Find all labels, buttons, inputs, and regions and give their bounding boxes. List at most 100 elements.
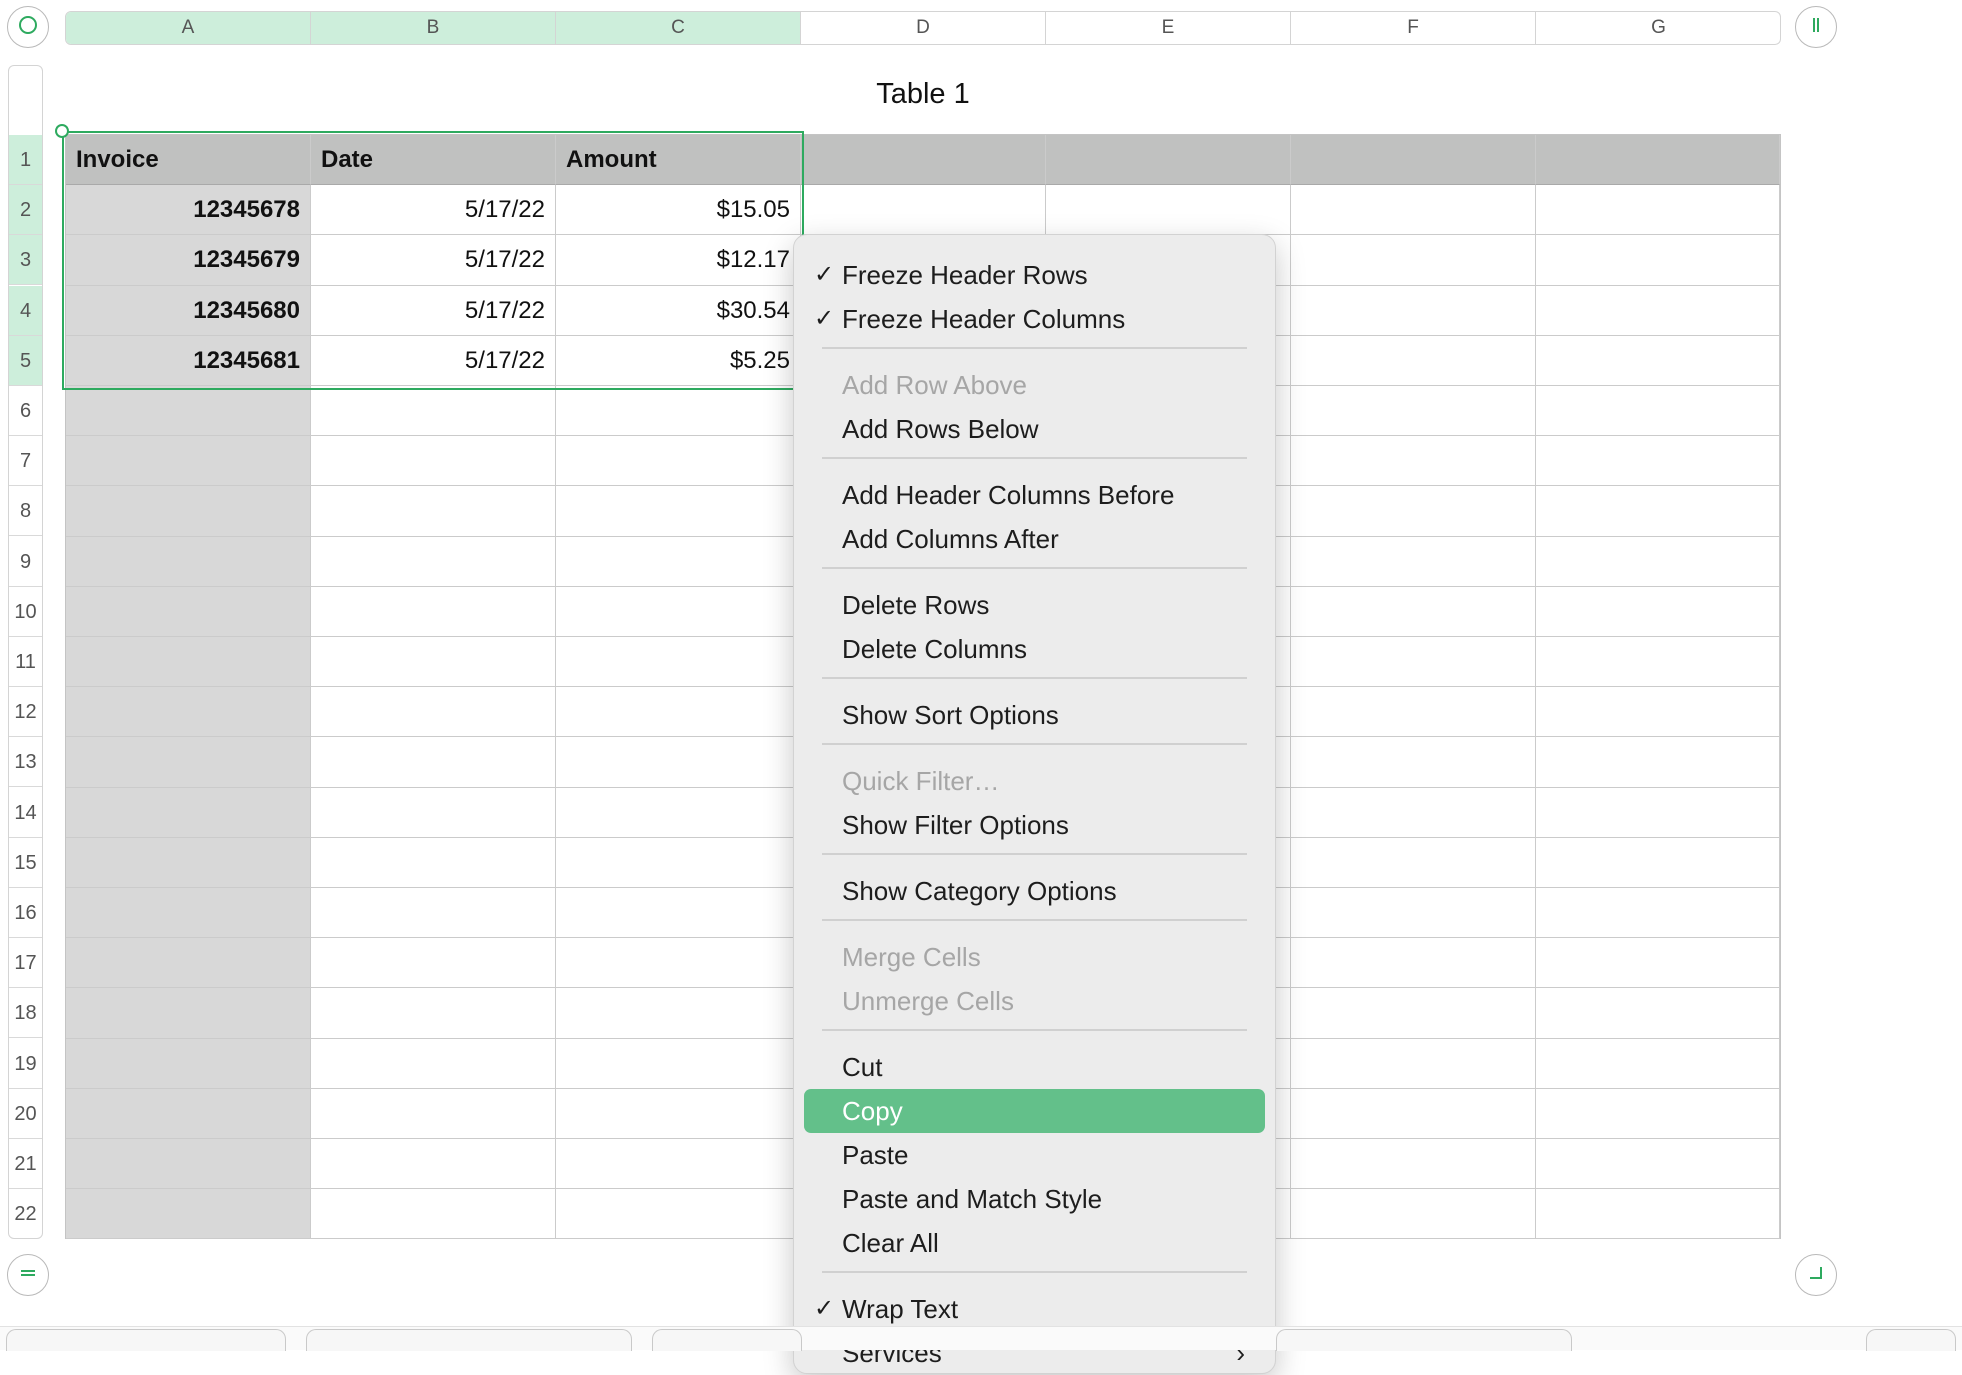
add-column-handle[interactable]	[1795, 6, 1837, 48]
row-header-4[interactable]: 4	[9, 285, 42, 336]
column-header-d[interactable]: D	[801, 12, 1046, 44]
table-cell[interactable]	[1291, 737, 1536, 788]
table-cell[interactable]: $5.25	[556, 335, 801, 386]
table-cell[interactable]	[311, 1088, 556, 1139]
row-header-5[interactable]: 5	[9, 335, 42, 386]
table-cell[interactable]	[1536, 386, 1780, 437]
row-header-7[interactable]: 7	[9, 436, 42, 487]
table-cell[interactable]	[1536, 837, 1780, 888]
table-cell[interactable]	[311, 737, 556, 788]
table-cell[interactable]	[1291, 586, 1536, 637]
table-cell[interactable]	[556, 486, 801, 537]
table-cell[interactable]	[1291, 837, 1536, 888]
add-row-handle[interactable]	[7, 1254, 49, 1296]
table-cell[interactable]: 12345679	[66, 235, 311, 286]
column-header-e[interactable]: E	[1046, 12, 1291, 44]
table-cell[interactable]	[311, 988, 556, 1039]
table-cell[interactable]	[311, 787, 556, 838]
table-cell[interactable]	[311, 586, 556, 637]
table-cell[interactable]	[1291, 386, 1536, 437]
row-header-22[interactable]: 22	[9, 1189, 42, 1238]
row-header-17[interactable]: 17	[9, 938, 42, 989]
table-cell[interactable]	[1291, 888, 1536, 939]
table-cell[interactable]	[1536, 988, 1780, 1039]
table-cell[interactable]	[1536, 536, 1780, 587]
table-cell[interactable]	[1536, 888, 1780, 939]
menu-item-add-columns-after[interactable]: Add Columns After	[804, 517, 1265, 561]
row-header-10[interactable]: 10	[9, 587, 42, 637]
table-cell[interactable]	[311, 436, 556, 487]
menu-item-freeze-header-rows[interactable]: ✓ Freeze Header Rows	[804, 253, 1265, 297]
table-cell[interactable]	[66, 586, 311, 637]
table-cell[interactable]	[1536, 787, 1780, 838]
table-cell[interactable]	[66, 486, 311, 537]
sheet-tab[interactable]	[1276, 1329, 1572, 1351]
table-cell[interactable]: 12345680	[66, 285, 311, 336]
table-cell[interactable]	[311, 1139, 556, 1190]
table-cell[interactable]	[311, 1038, 556, 1089]
table-cell[interactable]	[66, 687, 311, 738]
row-header-2[interactable]: 2	[9, 185, 42, 236]
menu-item-delete-rows[interactable]: Delete Rows	[804, 583, 1265, 627]
menu-item-clear-all[interactable]: Clear All	[804, 1221, 1265, 1265]
resize-table-handle[interactable]	[1795, 1254, 1837, 1296]
table-cell[interactable]	[556, 737, 801, 788]
table-cell[interactable]: $12.17	[556, 235, 801, 286]
table-cell[interactable]	[556, 536, 801, 587]
table-cell[interactable]	[1291, 486, 1536, 537]
table-cell[interactable]	[311, 687, 556, 738]
column-header-g[interactable]: G	[1536, 12, 1780, 44]
table-cell[interactable]	[66, 888, 311, 939]
table-cell[interactable]: $30.54	[556, 285, 801, 336]
table-cell[interactable]	[311, 536, 556, 587]
table-cell[interactable]	[556, 1088, 801, 1139]
table-cell[interactable]	[556, 386, 801, 437]
menu-item-show-filter-options[interactable]: Show Filter Options	[804, 803, 1265, 847]
sheet-tab[interactable]	[1866, 1329, 1956, 1351]
table-cell[interactable]	[1291, 1139, 1536, 1190]
header-cell[interactable]	[1536, 135, 1780, 186]
table-cell[interactable]	[1291, 1038, 1536, 1089]
table-cell[interactable]	[1291, 536, 1536, 587]
table-cell[interactable]	[1536, 1139, 1780, 1190]
table-cell[interactable]	[66, 637, 311, 688]
table-cell[interactable]	[1291, 335, 1536, 386]
table-cell[interactable]	[1536, 486, 1780, 537]
menu-item-copy[interactable]: Copy	[804, 1089, 1265, 1133]
header-cell[interactable]	[1046, 135, 1291, 186]
table-cell[interactable]: 12345681	[66, 335, 311, 386]
column-header-c[interactable]: C	[556, 12, 801, 44]
sheet-tab[interactable]	[306, 1329, 632, 1351]
table-cell[interactable]	[1291, 988, 1536, 1039]
row-header-18[interactable]: 18	[9, 988, 42, 1039]
row-header-14[interactable]: 14	[9, 788, 42, 838]
table-cell[interactable]	[1536, 1189, 1780, 1240]
row-header-12[interactable]: 12	[9, 687, 42, 738]
table-cell[interactable]	[311, 888, 556, 939]
table-cell[interactable]	[66, 386, 311, 437]
table-cell[interactable]: 5/17/22	[311, 335, 556, 386]
table-cell[interactable]	[311, 938, 556, 989]
table-cell[interactable]	[1536, 436, 1780, 487]
selection-handle[interactable]	[55, 124, 69, 138]
table-cell[interactable]	[556, 787, 801, 838]
table-cell[interactable]	[66, 1139, 311, 1190]
table-cell[interactable]	[1536, 1088, 1780, 1139]
table-cell[interactable]	[66, 436, 311, 487]
table-cell[interactable]: $15.05	[556, 185, 801, 236]
table-cell[interactable]	[1291, 235, 1536, 286]
table-cell[interactable]	[1291, 1088, 1536, 1139]
table-cell[interactable]	[311, 386, 556, 437]
menu-item-show-sort-options[interactable]: Show Sort Options	[804, 693, 1265, 737]
table-cell[interactable]	[1291, 687, 1536, 738]
table-cell[interactable]: 5/17/22	[311, 235, 556, 286]
row-header-8[interactable]: 8	[9, 486, 42, 537]
menu-item-show-category-options[interactable]: Show Category Options	[804, 869, 1265, 913]
row-header-1[interactable]: 1	[9, 135, 42, 185]
table-cell[interactable]	[66, 1038, 311, 1089]
table-cell[interactable]	[556, 637, 801, 688]
table-cell[interactable]	[556, 1189, 801, 1240]
table-cell[interactable]	[66, 737, 311, 788]
row-header-11[interactable]: 11	[9, 637, 42, 687]
table-cell[interactable]: 12345678	[66, 185, 311, 236]
